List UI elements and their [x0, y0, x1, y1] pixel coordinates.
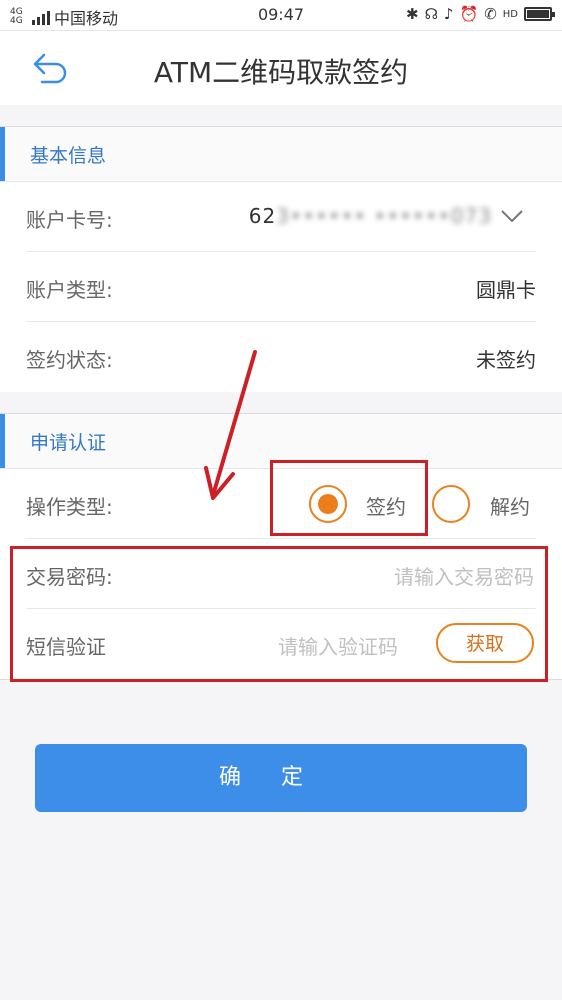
bluetooth-icon: ✱ — [406, 5, 419, 23]
account-type-label: 账户类型: — [26, 278, 113, 302]
status-right: ✱ ☊ ♪ ⏰ ✆ HD — [406, 5, 555, 23]
transaction-password-row[interactable]: 交易密码: 请输入交易密码 — [0, 539, 562, 609]
radio-unsign[interactable] — [432, 485, 470, 523]
phone-icon: ✆ — [484, 5, 497, 23]
radio-sign[interactable] — [309, 485, 347, 523]
sign-status-row: 签约状态: 未签约 — [0, 322, 562, 392]
alarm-icon: ⏰ — [459, 5, 479, 23]
battery-icon — [524, 7, 555, 21]
account-number-masked: 3•••••• ••••••073 — [276, 204, 492, 228]
sms-verification-label: 短信验证 — [26, 635, 106, 659]
hd-label: HD — [502, 8, 518, 20]
sms-code-input[interactable]: 请输入验证码 — [278, 631, 398, 660]
account-number-prefix: 62 — [248, 204, 277, 228]
confirm-button[interactable]: 确定 — [35, 744, 527, 812]
section-title: 基本信息 — [30, 145, 107, 167]
section-accent-bar — [0, 414, 5, 468]
form-bottom-border — [0, 679, 562, 680]
account-type-row: 账户类型: 圆鼎卡 — [0, 252, 562, 322]
section-accent-bar — [0, 127, 5, 181]
get-code-button[interactable]: 获取 — [436, 623, 534, 663]
account-number-value: 623•••••• ••••••073 — [249, 204, 492, 228]
section-title: 申请认证 — [30, 432, 107, 454]
transaction-password-input[interactable]: 请输入交易密码 — [394, 561, 534, 590]
operation-type-label: 操作类型: — [26, 495, 113, 519]
section-header-auth: 申请认证 — [0, 413, 562, 469]
radio-sign-label[interactable]: 签约 — [366, 491, 406, 520]
nav-bar: ATM二维码取款签约 — [0, 31, 562, 105]
operation-type-row: 操作类型: 签约 解约 — [0, 469, 562, 539]
sign-status-label: 签约状态: — [26, 348, 113, 372]
page-title: ATM二维码取款签约 — [153, 56, 409, 89]
transaction-password-label: 交易密码: — [26, 565, 113, 589]
chevron-down-icon[interactable] — [500, 204, 524, 228]
headset-icon: ☊ — [424, 5, 438, 23]
radio-unsign-label[interactable]: 解约 — [490, 491, 530, 520]
account-number-row[interactable]: 账户卡号: 623•••••• ••••••073 — [0, 182, 562, 252]
section-header-basic-info: 基本信息 — [0, 126, 562, 182]
sms-verification-row: 短信验证 请输入验证码 获取 — [0, 609, 562, 679]
status-bar: 4G 4G 中国移动 09:47 ✱ ☊ ♪ ⏰ ✆ HD — [0, 0, 562, 31]
account-number-label: 账户卡号: — [26, 208, 113, 232]
account-type-value: 圆鼎卡 — [476, 278, 536, 302]
mute-icon: ♪ — [443, 5, 454, 23]
sign-status-value: 未签约 — [476, 348, 536, 372]
